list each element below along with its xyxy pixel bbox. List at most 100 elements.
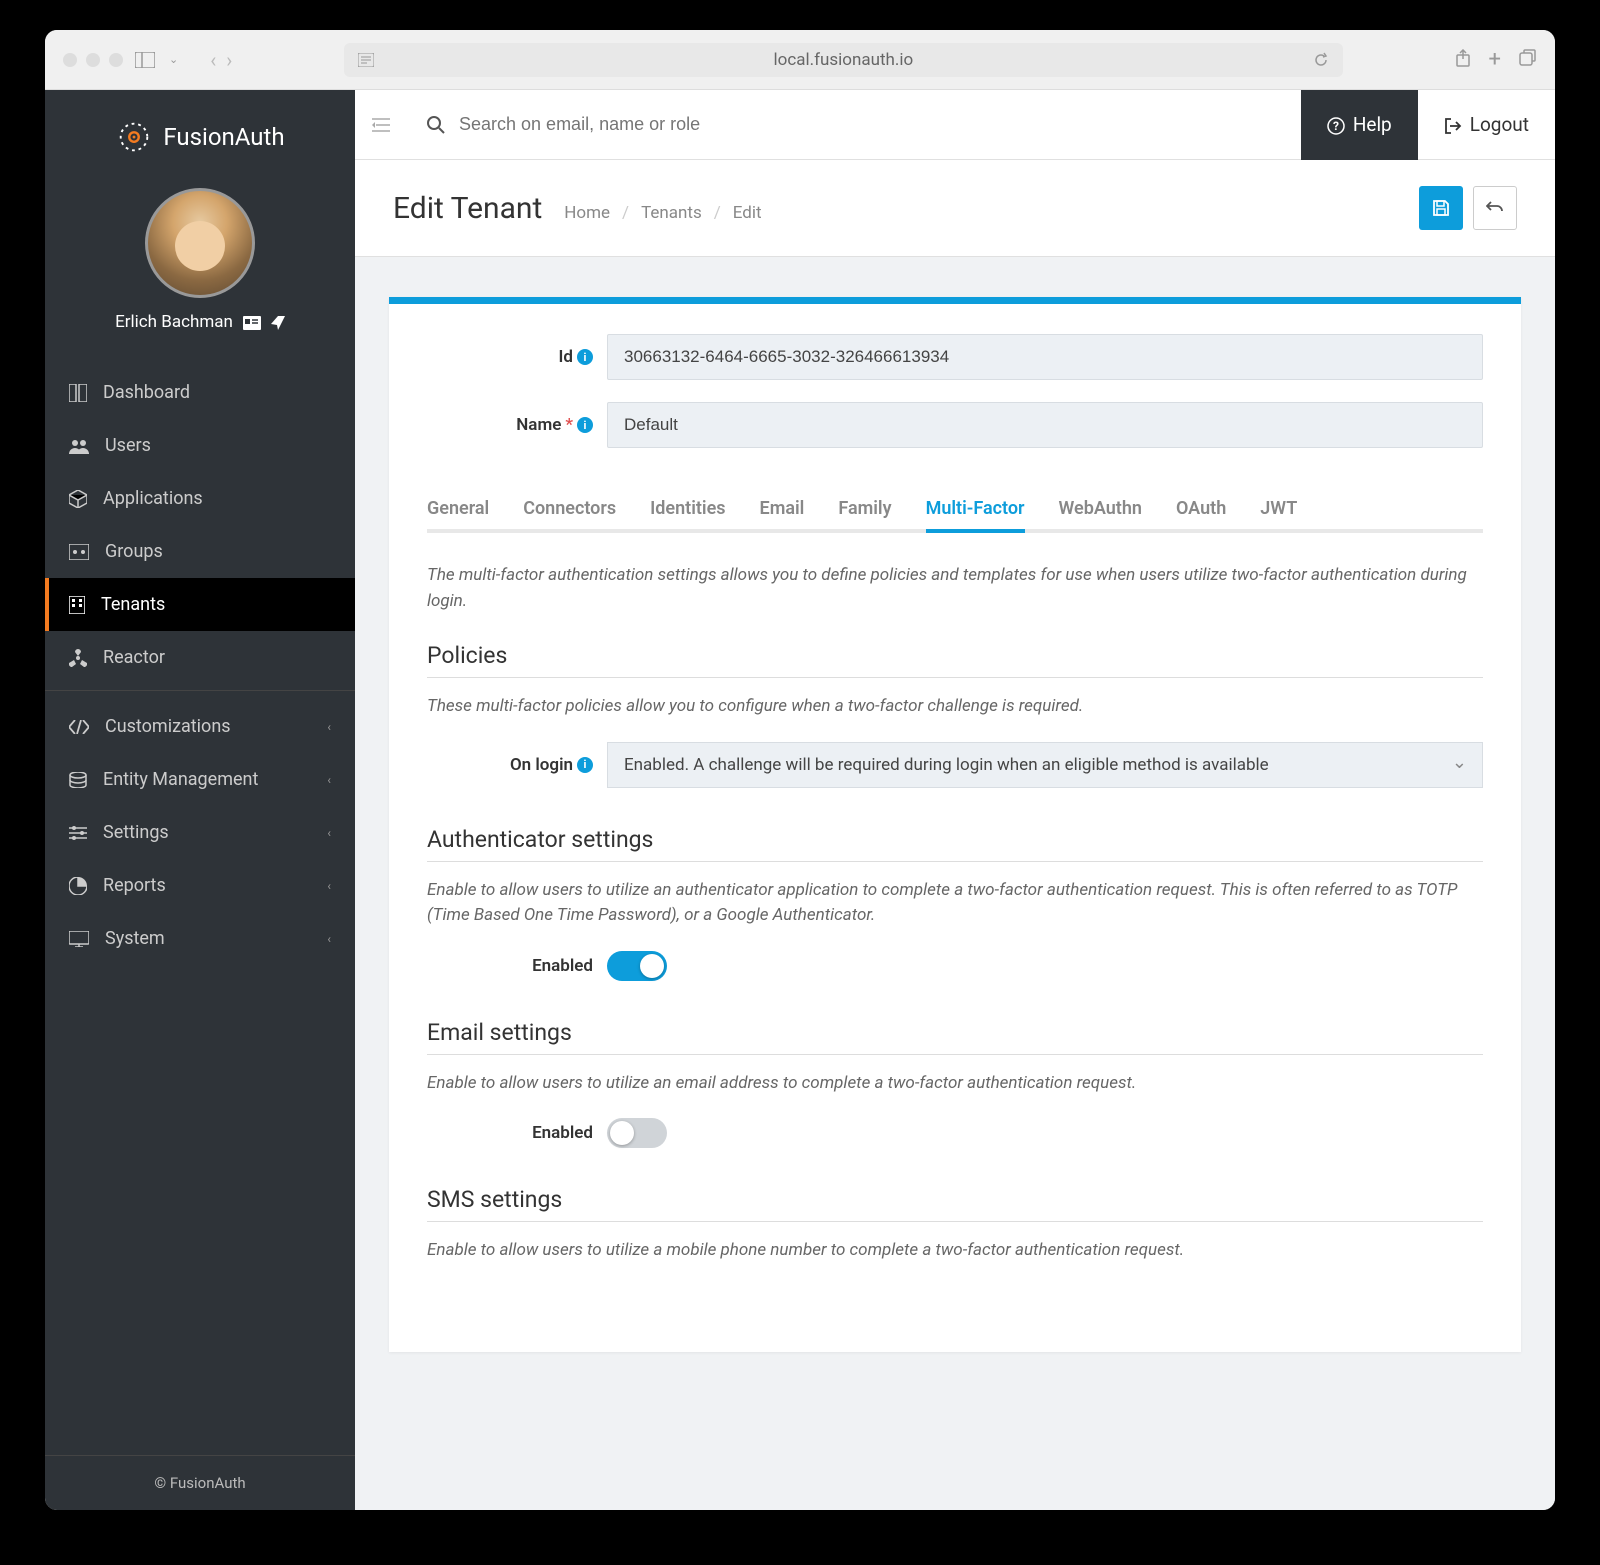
avatar[interactable] (145, 188, 255, 298)
sidebar-item-tenants[interactable]: Tenants (45, 578, 355, 631)
forward-icon[interactable]: › (226, 48, 232, 72)
sidebar-item-settings[interactable]: Settings‹ (45, 806, 355, 859)
name-field[interactable] (607, 402, 1483, 448)
save-icon (1432, 199, 1450, 217)
sidebar-item-system[interactable]: System‹ (45, 912, 355, 965)
chevron-down-icon[interactable]: ⌄ (169, 53, 178, 66)
logo-icon (115, 118, 153, 156)
tabs-icon[interactable] (1519, 47, 1537, 72)
tab-general[interactable]: General (427, 488, 489, 533)
id-field[interactable] (607, 334, 1483, 380)
panel: Id i Name* i General Connectors Identiti… (389, 297, 1521, 1352)
users-icon (69, 438, 89, 454)
chevron-left-icon: ‹ (327, 720, 331, 734)
breadcrumb-item: Edit (733, 203, 762, 223)
chevron-left-icon: ‹ (327, 826, 331, 840)
sms-section: SMS settings Enable to allow users to ut… (427, 1186, 1483, 1264)
user-name: Erlich Bachman (115, 312, 285, 332)
collapse-sidebar-icon[interactable] (355, 114, 407, 135)
on-login-select[interactable]: Enabled. A challenge will be required du… (607, 742, 1483, 788)
sidebar-item-applications[interactable]: Applications (45, 472, 355, 525)
info-icon[interactable]: i (577, 417, 593, 433)
svg-text:?: ? (1333, 119, 1339, 133)
url-bar[interactable]: local.fusionauth.io (344, 43, 1342, 77)
email-enabled-toggle[interactable] (607, 1118, 667, 1148)
page-title: Edit Tenant (393, 191, 542, 226)
logo-text: FusionAuth (163, 123, 284, 151)
chevron-left-icon: ‹ (327, 879, 331, 893)
policies-title: Policies (427, 642, 1483, 678)
undo-icon (1486, 201, 1504, 215)
tab-content: The multi-factor authentication settings… (427, 563, 1483, 1264)
search-wrap (407, 114, 1301, 135)
email-title: Email settings (427, 1019, 1483, 1055)
nav: Dashboard Users Applications Groups Tena… (45, 366, 355, 684)
location-icon[interactable] (271, 312, 285, 332)
sidebar-item-users[interactable]: Users (45, 419, 355, 472)
refresh-icon[interactable] (1313, 50, 1329, 70)
mfa-intro: The multi-factor authentication settings… (427, 563, 1483, 614)
chevron-left-icon: ‹ (327, 932, 331, 946)
tab-jwt[interactable]: JWT (1260, 488, 1297, 533)
sliders-icon (69, 825, 87, 841)
search-input[interactable] (459, 114, 1281, 135)
tab-multi-factor[interactable]: Multi-Factor (926, 488, 1025, 533)
sidebar-item-groups[interactable]: Groups (45, 525, 355, 578)
tab-oauth[interactable]: OAuth (1176, 488, 1226, 533)
traffic-lights (63, 53, 123, 67)
info-icon[interactable]: i (577, 757, 593, 773)
reactor-icon (69, 649, 87, 667)
pie-chart-icon (69, 877, 87, 895)
traffic-minimize-icon[interactable] (86, 53, 100, 67)
reader-icon (358, 50, 374, 70)
sidebar-item-entity-management[interactable]: Entity Management‹ (45, 753, 355, 806)
back-icon[interactable]: ‹ (210, 48, 216, 72)
nav-secondary: Customizations‹ Entity Management‹ Setti… (45, 700, 355, 965)
breadcrumb-item[interactable]: Home (564, 203, 610, 223)
authenticator-title: Authenticator settings (427, 826, 1483, 862)
user-block: Erlich Bachman (45, 178, 355, 352)
tab-family[interactable]: Family (838, 488, 891, 533)
tab-webauthn[interactable]: WebAuthn (1059, 488, 1142, 533)
name-label: Name* i (427, 415, 607, 435)
browser-window: ⌄ ‹ › local.fusionauth.io + (45, 30, 1555, 1510)
sidebar-toggle-icon[interactable]: ⌄ (135, 52, 178, 68)
email-desc: Enable to allow users to utilize an emai… (427, 1071, 1483, 1097)
sidebar-item-reactor[interactable]: Reactor (45, 631, 355, 684)
sidebar-item-reports[interactable]: Reports‹ (45, 859, 355, 912)
sidebar-item-customizations[interactable]: Customizations‹ (45, 700, 355, 753)
sidebar-item-dashboard[interactable]: Dashboard (45, 366, 355, 419)
tab-identities[interactable]: Identities (650, 488, 725, 533)
info-icon[interactable]: i (577, 349, 593, 365)
email-enabled-label: Enabled (427, 1123, 607, 1143)
logout-button[interactable]: Logout (1418, 90, 1555, 160)
back-button[interactable] (1473, 186, 1517, 230)
new-tab-icon[interactable]: + (1489, 47, 1501, 72)
authenticator-enabled-toggle[interactable] (607, 951, 667, 981)
breadcrumb-item[interactable]: Tenants (641, 203, 702, 223)
browser-chrome: ⌄ ‹ › local.fusionauth.io + (45, 30, 1555, 90)
groups-icon (69, 544, 89, 560)
tab-connectors[interactable]: Connectors (523, 488, 616, 533)
policies-desc: These multi-factor policies allow you to… (427, 694, 1483, 720)
authenticator-enabled-label: Enabled (427, 956, 607, 976)
form-row-name: Name* i (427, 402, 1483, 448)
traffic-zoom-icon[interactable] (109, 53, 123, 67)
share-icon[interactable] (1455, 47, 1471, 72)
help-button[interactable]: ? Help (1301, 90, 1418, 160)
breadcrumb: Home / Tenants / Edit (564, 203, 761, 223)
save-button[interactable] (1419, 186, 1463, 230)
tab-email[interactable]: Email (760, 488, 805, 533)
tabs: General Connectors Identities Email Fami… (427, 488, 1483, 533)
app-shell: FusionAuth Erlich Bachman Dashboard User… (45, 90, 1555, 1510)
monitor-icon (69, 931, 89, 947)
chevron-left-icon: ‹ (327, 773, 331, 787)
authenticator-desc: Enable to allow users to utilize an auth… (427, 878, 1483, 929)
sms-title: SMS settings (427, 1186, 1483, 1222)
building-icon (69, 596, 85, 614)
topbar: ? Help Logout (355, 90, 1555, 160)
id-card-icon[interactable] (243, 312, 261, 332)
traffic-close-icon[interactable] (63, 53, 77, 67)
url-text: local.fusionauth.io (774, 50, 914, 70)
logo: FusionAuth (45, 90, 355, 178)
